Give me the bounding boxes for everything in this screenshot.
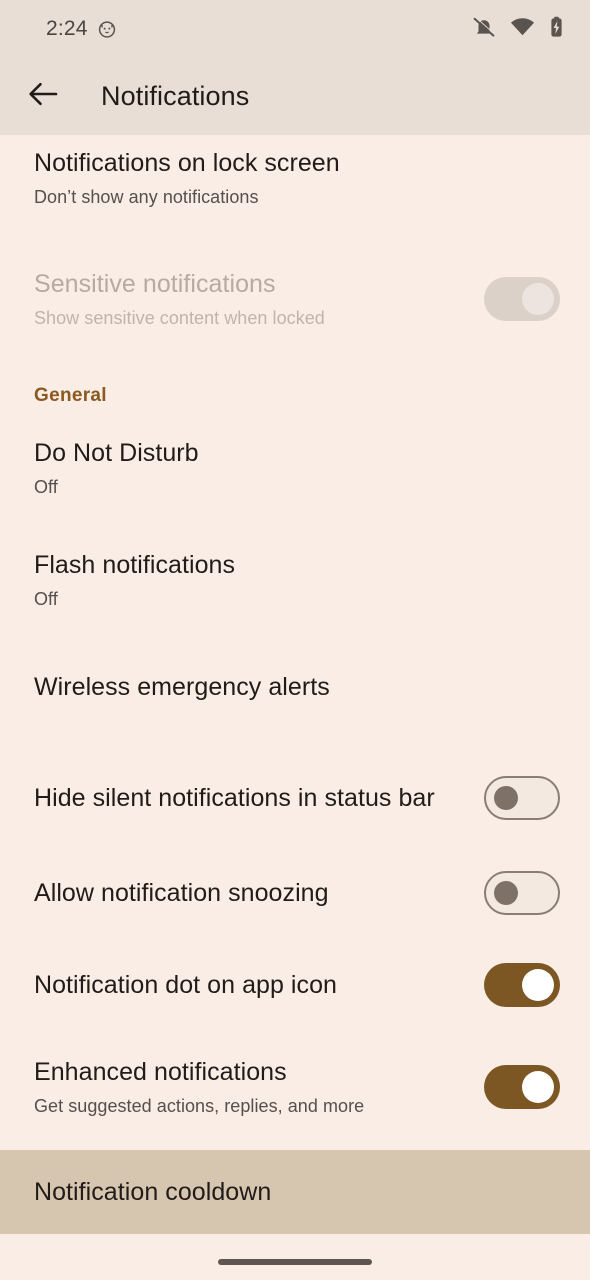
row-text: Hide silent notifications in status bar bbox=[34, 780, 464, 816]
setting-row-hide-silent-notifications[interactable]: Hide silent notifications in status bar bbox=[0, 757, 590, 839]
row-title: Notifications on lock screen bbox=[34, 149, 340, 177]
row-text: Sensitive notifications Show sensitive c… bbox=[34, 266, 484, 332]
toggle-allow-notification-snoozing[interactable] bbox=[484, 871, 560, 915]
row-title: Wireless emergency alerts bbox=[34, 673, 330, 701]
navigation-bar bbox=[0, 1244, 590, 1280]
app-bar: Notifications bbox=[0, 58, 590, 135]
toggle-enhanced-notifications[interactable] bbox=[484, 1065, 560, 1109]
row-text: Notifications on lock screen Don’t show … bbox=[34, 145, 560, 211]
section-header-general: General bbox=[34, 385, 107, 406]
home-gesture-pill[interactable] bbox=[218, 1259, 372, 1265]
wifi-icon bbox=[510, 17, 535, 42]
status-bar-left: 2:24 bbox=[46, 17, 117, 41]
row-text: Do Not Disturb Off bbox=[34, 435, 560, 501]
back-button[interactable] bbox=[13, 67, 73, 127]
phone-screen: 2:24 Notifications Notifications on lock… bbox=[0, 0, 590, 1280]
status-bar: 2:24 bbox=[0, 0, 590, 58]
row-text: Notification cooldown bbox=[34, 1174, 560, 1210]
settings-list[interactable]: Notifications on lock screen Don’t show … bbox=[0, 135, 590, 1245]
row-title: Notification cooldown bbox=[34, 1178, 272, 1206]
row-title: Sensitive notifications bbox=[34, 270, 276, 298]
row-subtitle: Show sensitive content when locked bbox=[34, 308, 325, 328]
row-subtitle: Don’t show any notifications bbox=[34, 187, 259, 207]
row-title: Flash notifications bbox=[34, 551, 236, 579]
row-text: Flash notifications Off bbox=[34, 547, 560, 613]
row-text: Allow notification snoozing bbox=[34, 875, 484, 911]
setting-row-notification-cooldown[interactable]: Notification cooldown bbox=[0, 1150, 590, 1234]
row-text: Notification dot on app icon bbox=[34, 967, 484, 1003]
row-title: Notification dot on app icon bbox=[34, 971, 337, 999]
row-title: Do Not Disturb bbox=[34, 439, 199, 467]
setting-row-flash-notifications[interactable]: Flash notifications Off bbox=[0, 547, 590, 617]
row-title: Enhanced notifications bbox=[34, 1058, 287, 1086]
setting-row-do-not-disturb[interactable]: Do Not Disturb Off bbox=[0, 435, 590, 505]
toggle-thumb bbox=[522, 1071, 554, 1103]
row-subtitle: Off bbox=[34, 477, 58, 497]
row-title: Hide silent notifications in status bar bbox=[34, 784, 435, 812]
setting-row-notifications-on-lock-screen[interactable]: Notifications on lock screen Don’t show … bbox=[0, 139, 590, 217]
setting-row-sensitive-notifications: Sensitive notifications Show sensitive c… bbox=[0, 255, 590, 343]
setting-row-enhanced-notifications[interactable]: Enhanced notifications Get suggested act… bbox=[0, 1048, 590, 1126]
ringer-vibrate-off-icon bbox=[472, 16, 496, 43]
row-subtitle: Get suggested actions, replies, and more bbox=[34, 1096, 365, 1116]
row-text: Wireless emergency alerts bbox=[34, 669, 560, 705]
cat-face-icon bbox=[97, 19, 117, 39]
status-bar-right bbox=[472, 16, 564, 43]
row-title: Allow notification snoozing bbox=[34, 879, 329, 907]
battery-charging-icon bbox=[549, 16, 564, 43]
row-text: Enhanced notifications Get suggested act… bbox=[34, 1054, 484, 1120]
toggle-thumb bbox=[494, 881, 518, 905]
setting-row-wireless-emergency-alerts[interactable]: Wireless emergency alerts bbox=[0, 659, 590, 715]
status-bar-clock: 2:24 bbox=[46, 17, 88, 40]
setting-row-allow-notification-snoozing[interactable]: Allow notification snoozing bbox=[0, 865, 590, 921]
toggle-sensitive-notifications bbox=[484, 277, 560, 321]
toggle-thumb bbox=[522, 283, 554, 315]
toggle-thumb bbox=[494, 786, 518, 810]
toggle-hide-silent-notifications[interactable] bbox=[484, 776, 560, 820]
page-title: Notifications bbox=[101, 81, 250, 111]
arrow-back-icon bbox=[28, 81, 58, 112]
toggle-thumb bbox=[522, 969, 554, 1001]
setting-row-notification-dot-on-app-icon[interactable]: Notification dot on app icon bbox=[0, 957, 590, 1013]
row-subtitle: Off bbox=[34, 589, 58, 609]
toggle-notification-dot-on-app-icon[interactable] bbox=[484, 963, 560, 1007]
